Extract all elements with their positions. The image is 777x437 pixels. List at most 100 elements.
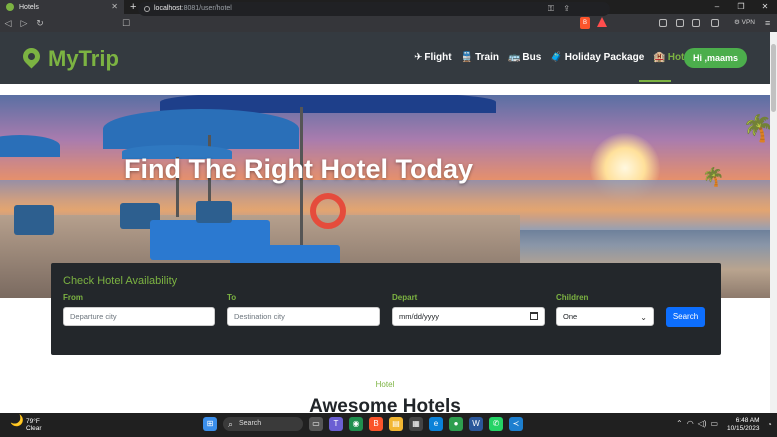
- hotel-icon: 🏨: [653, 52, 666, 63]
- nav-holiday-package-label: Holiday Package: [564, 52, 645, 63]
- wallet-icon[interactable]: [711, 19, 719, 27]
- window-controls: – ❐ ✕: [705, 0, 777, 14]
- restore-button[interactable]: ❐: [729, 0, 753, 14]
- store-icon[interactable]: ▦: [409, 417, 423, 431]
- lounge-chair: [196, 201, 232, 223]
- to-label: To: [227, 293, 237, 302]
- children-select[interactable]: One ⌄: [556, 307, 654, 326]
- url-path: :8081/user/hotel: [181, 5, 232, 12]
- notification-icon[interactable]: ◔: [767, 420, 772, 429]
- chevron-down-icon: ⌄: [640, 313, 647, 322]
- site-info-icon[interactable]: [144, 6, 150, 12]
- url-host: localhost: [154, 5, 182, 12]
- edge-icon[interactable]: e: [429, 417, 443, 431]
- brand-logo[interactable]: MyTrip: [48, 46, 119, 72]
- lounge-chair: [14, 205, 54, 235]
- extensions-icon[interactable]: [659, 19, 667, 27]
- nav-links: ✈ Flight 🚆 Train 🚌 Bus 🧳 Holiday Package…: [414, 52, 693, 63]
- nav-flight-label: Flight: [424, 52, 452, 63]
- bookmark-icon[interactable]: ☐: [118, 18, 134, 29]
- new-tab-button[interactable]: +: [130, 0, 136, 14]
- moon-icon: 🌙: [10, 415, 24, 427]
- train-icon: 🚆: [460, 52, 474, 63]
- taskbar-search[interactable]: Search: [223, 417, 303, 431]
- system-clock[interactable]: 6:48 AM 10/15/2023: [727, 417, 760, 433]
- section-label: Hotel: [375, 380, 395, 389]
- brave-shields-icon[interactable]: B: [580, 17, 590, 29]
- nav-flight[interactable]: ✈ Flight: [414, 52, 452, 63]
- sidebar-icon[interactable]: [676, 19, 684, 27]
- vscode-icon[interactable]: ≺: [509, 417, 523, 431]
- share-icon[interactable]: ⇪: [563, 2, 570, 16]
- start-icon[interactable]: ⊞: [203, 417, 217, 431]
- site-navbar: MyTrip ✈ Flight 🚆 Train 🚌 Bus 🧳 Holiday …: [0, 32, 770, 84]
- vpn-button[interactable]: ⚙ VPN: [734, 17, 755, 29]
- depart-label: Depart: [392, 293, 418, 302]
- taskbar-apps: ⊞ Search ▭ T ◉ B ▤ ▦ e ● W ✆ ≺: [203, 417, 523, 431]
- weather-temp: 79°F: [26, 418, 40, 425]
- brave-icon[interactable]: B: [369, 417, 383, 431]
- word-icon[interactable]: W: [469, 417, 483, 431]
- whatsapp-icon[interactable]: ✆: [489, 417, 503, 431]
- clock-time: 6:48 AM: [735, 417, 760, 424]
- hotel-availability-form: Check Hotel Availability From Departure …: [51, 263, 721, 355]
- reload-icon[interactable]: ↻: [32, 18, 48, 29]
- minimize-button[interactable]: –: [705, 0, 729, 14]
- search-button[interactable]: Search: [666, 307, 705, 327]
- browser-tab[interactable]: Hotels ✕: [0, 0, 124, 14]
- nav-train[interactable]: 🚆 Train: [461, 52, 499, 63]
- file-explorer-icon[interactable]: ▤: [389, 417, 403, 431]
- windows-taskbar: 🌙 79°FClear ⊞ Search ▭ T ◉ B ▤ ▦ e ● W ✆…: [0, 413, 777, 437]
- nav-train-label: Train: [475, 52, 499, 63]
- back-icon[interactable]: ◁: [0, 18, 16, 29]
- nav-bus-label: Bus: [522, 52, 542, 63]
- palm-tree: 🌴: [742, 113, 770, 143]
- to-city-input[interactable]: Destination city: [227, 307, 380, 326]
- tab-favicon-icon: [6, 3, 14, 11]
- tab-close-icon[interactable]: ✕: [111, 2, 118, 11]
- from-label: From: [63, 293, 83, 302]
- children-label: Children: [556, 293, 589, 302]
- user-greeting-button[interactable]: Hi ,maams: [684, 48, 747, 68]
- form-title: Check Hotel Availability: [63, 275, 178, 287]
- depart-date-value: mm/dd/yyyy: [399, 312, 440, 321]
- plane-icon: ✈: [414, 52, 423, 63]
- reading-list-icon[interactable]: [692, 19, 700, 27]
- bus-icon: 🚌: [507, 52, 521, 63]
- teams-icon[interactable]: T: [329, 417, 343, 431]
- browser-menu-icon[interactable]: ≡: [765, 17, 770, 29]
- calendar-icon[interactable]: [530, 312, 538, 320]
- clock-date: 10/15/2023: [727, 425, 760, 432]
- life-ring: [310, 193, 346, 229]
- page-scrollbar[interactable]: [770, 32, 777, 413]
- umbrella-canopy: [103, 109, 299, 149]
- forward-icon[interactable]: ▷: [16, 18, 32, 29]
- system-tray: ⌃ ◠ ◁) ▭: [676, 419, 718, 428]
- hero-title: Find The Right Hotel Today: [124, 154, 473, 184]
- password-key-icon[interactable]: ⚿: [548, 2, 554, 16]
- location-pin-icon: [19, 44, 44, 69]
- tab-title: Hotels: [19, 3, 39, 11]
- chevron-up-icon[interactable]: ⌃: [676, 419, 683, 428]
- depart-date-input[interactable]: mm/dd/yyyy: [392, 307, 545, 326]
- brave-rewards-icon[interactable]: [597, 17, 607, 27]
- task-view-icon[interactable]: ▭: [309, 417, 323, 431]
- volume-icon[interactable]: ◁): [698, 419, 707, 428]
- scrollbar-thumb[interactable]: [771, 44, 776, 112]
- app-icon[interactable]: ●: [449, 417, 463, 431]
- nav-holiday-package[interactable]: 🧳 Holiday Package: [550, 52, 644, 63]
- active-nav-indicator: [639, 80, 671, 82]
- lounge-chair: [230, 245, 340, 265]
- umbrella-canopy: [0, 135, 60, 157]
- chrome-icon[interactable]: ◉: [349, 417, 363, 431]
- battery-icon[interactable]: ▭: [711, 419, 719, 428]
- close-window-button[interactable]: ✕: [753, 0, 777, 14]
- from-city-input[interactable]: Departure city: [63, 307, 215, 326]
- nav-bus[interactable]: 🚌 Bus: [508, 52, 541, 63]
- palm-tree: 🌴: [702, 167, 725, 187]
- address-bar[interactable]: localhost:8081/user/hotel ⚿ ⇪: [138, 2, 610, 16]
- children-selected-value: One: [563, 312, 578, 321]
- weather-desc: Clear: [26, 425, 42, 432]
- wifi-icon[interactable]: ◠: [687, 419, 694, 428]
- suitcase-icon: 🧳: [550, 52, 563, 63]
